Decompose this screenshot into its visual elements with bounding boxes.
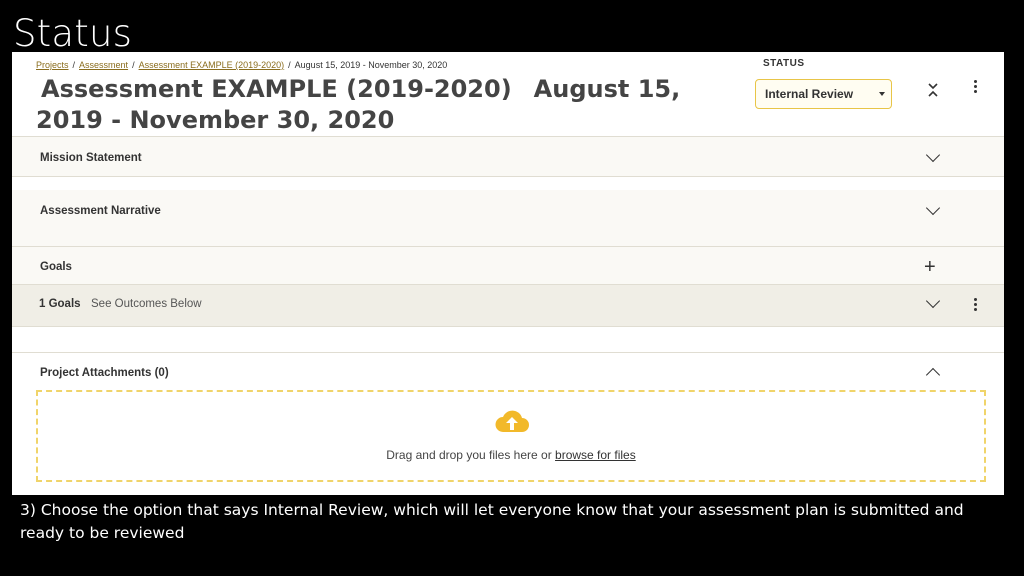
breadcrumb-separator: / <box>132 60 135 70</box>
page-title: Assessment EXAMPLE (2019-2020) August 15,… <box>36 74 726 136</box>
page-title-name: Assessment EXAMPLE (2019-2020) <box>41 75 512 103</box>
section-label: Assessment Narrative <box>40 205 161 217</box>
goals-note: See Outcomes Below <box>91 298 202 310</box>
goals-count: 1 Goals <box>39 298 81 310</box>
chevron-down-icon[interactable] <box>925 147 941 163</box>
section-spacer <box>12 326 1004 352</box>
app-screenshot: Projects / Assessment / Assessment EXAMPLE (… <box>12 52 1004 495</box>
section-assessment-narrative[interactable]: Assessment Narrative <box>12 190 1004 246</box>
section-goals[interactable]: Goals + <box>12 246 1004 284</box>
section-label: Mission Statement <box>40 152 142 164</box>
chevron-up-icon[interactable] <box>925 367 941 383</box>
slide-title: Status <box>13 12 133 55</box>
section-mission-statement[interactable]: Mission Statement <box>12 136 1004 176</box>
file-dropzone[interactable]: Drag and drop you files here or browse f… <box>36 390 986 482</box>
status-select[interactable]: Internal Review <box>755 79 892 109</box>
dropzone-instructions: Drag and drop you files here or <box>386 448 556 462</box>
breadcrumb-current: August 15, 2019 - November 30, 2020 <box>294 60 448 70</box>
breadcrumb-projects[interactable]: Projects <box>36 60 69 70</box>
add-goal-icon[interactable]: + <box>924 257 936 277</box>
breadcrumb-assessment-example[interactable]: Assessment EXAMPLE (2019-2020) <box>139 60 285 70</box>
chevron-down-icon[interactable] <box>925 200 941 216</box>
status-label: STATUS <box>763 58 805 69</box>
status-select-value: Internal Review <box>765 87 854 101</box>
breadcrumb-separator: / <box>72 60 76 70</box>
section-label: Goals <box>40 261 72 273</box>
caret-down-icon <box>879 92 885 96</box>
more-options-icon[interactable] <box>969 78 981 96</box>
breadcrumb-separator: / <box>288 60 291 70</box>
collapse-all-icon[interactable] <box>923 82 943 102</box>
cloud-upload-icon <box>495 410 529 432</box>
section-label: Project Attachments (0) <box>40 367 169 379</box>
dropzone-text: Drag and drop you files here or browse f… <box>38 448 984 462</box>
slide-caption: 3) Choose the option that says Internal … <box>20 501 964 542</box>
breadcrumb-assessment[interactable]: Assessment <box>79 60 128 70</box>
goals-summary-row[interactable]: 1 Goals See Outcomes Below <box>12 284 1004 326</box>
breadcrumb: Projects / Assessment / Assessment EXAMPLE (… <box>36 60 447 70</box>
browse-files-link[interactable]: browse for files <box>555 448 636 462</box>
goal-options-icon[interactable] <box>969 296 981 314</box>
chevron-down-icon[interactable] <box>925 293 941 309</box>
